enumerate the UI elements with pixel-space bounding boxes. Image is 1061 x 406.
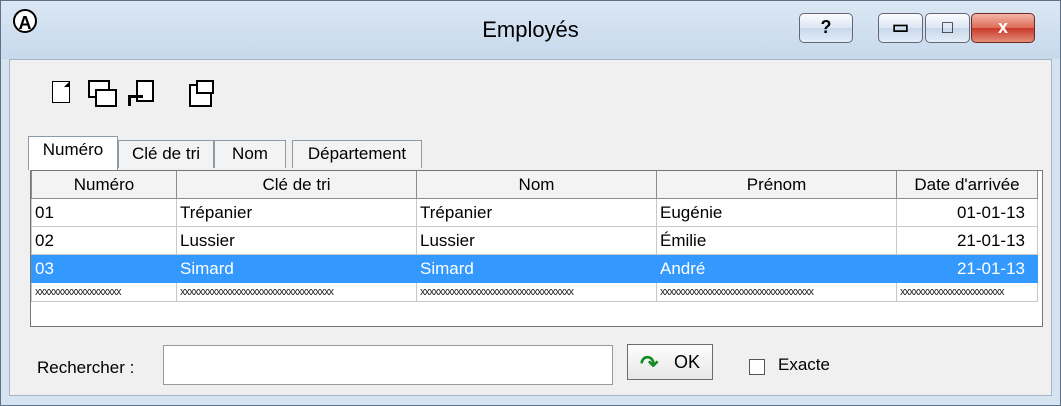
cell-numero: 03 — [31, 254, 177, 283]
minimize-button[interactable]: ▭ — [878, 13, 923, 43]
header-prenom[interactable]: Prénom — [656, 171, 897, 199]
help-icon: ? — [820, 17, 832, 37]
employees-grid: Numéro Clé de tri Nom Prénom Date d'arri… — [31, 171, 1038, 302]
cell-cle-de-tri: Simard — [176, 254, 417, 283]
new-document-icon[interactable] — [52, 81, 70, 103]
table-header: Numéro Clé de tri Nom Prénom Date d'arri… — [31, 171, 1038, 199]
arrow-icon: ↷ — [640, 351, 659, 376]
cell-prenom: André — [656, 254, 897, 283]
cell-nom: xxxxxxxxxxxxxxxxxxxxxxxxxxxxxxxxxx — [416, 282, 657, 302]
tab-cle-de-tri[interactable]: Clé de tri — [118, 140, 214, 168]
search-input[interactable] — [163, 345, 613, 385]
copy-icon[interactable] — [88, 80, 117, 107]
employees-window: A Employés ? ▭ □ x Numéro Clé de tri Nom… — [0, 0, 1061, 406]
search-label: Rechercher : — [37, 358, 135, 377]
employees-table[interactable]: Numéro Clé de tri Nom Prénom Date d'arri… — [30, 170, 1043, 327]
close-icon: x — [997, 17, 1008, 37]
tab-nom[interactable]: Nom — [214, 140, 286, 168]
table-row[interactable]: 01 Trépanier Trépanier Eugénie 01-01-13 — [31, 198, 1038, 227]
properties-icon[interactable] — [188, 80, 214, 107]
header-nom[interactable]: Nom — [416, 171, 657, 199]
header-cle-de-tri[interactable]: Clé de tri — [176, 171, 417, 199]
cell-nom: Lussier — [416, 226, 657, 255]
cell-date-arrivee: 01-01-13 — [896, 198, 1038, 227]
export-icon[interactable] — [128, 80, 154, 106]
cell-nom: Trépanier — [416, 198, 657, 227]
cell-numero: 01 — [31, 198, 177, 227]
header-date-arrivee[interactable]: Date d'arrivée — [896, 171, 1038, 199]
help-button[interactable]: ? — [799, 13, 853, 43]
title-bar[interactable]: A Employés ? ▭ □ x — [1, 1, 1060, 59]
minimize-icon: ▭ — [891, 17, 909, 37]
close-button[interactable]: x — [971, 13, 1035, 43]
cell-cle-de-tri: Lussier — [176, 226, 417, 255]
cell-prenom: xxxxxxxxxxxxxxxxxxxxxxxxxxxxxxxxxx — [656, 282, 897, 302]
tab-numero[interactable]: Numéro — [28, 136, 118, 170]
header-numero[interactable]: Numéro — [31, 171, 177, 199]
ok-button[interactable]: ↷ OK — [627, 344, 713, 380]
table-row-selected[interactable]: 03 Simard Simard André 21-01-13 — [31, 254, 1038, 283]
cell-nom: Simard — [416, 254, 657, 283]
exact-checkbox[interactable] — [749, 359, 765, 375]
exact-label: Exacte — [778, 355, 830, 374]
cell-prenom: Eugénie — [656, 198, 897, 227]
cell-numero: xxxxxxxxxxxxxxxxxxx — [31, 282, 177, 302]
cell-date-arrivee: 21-01-13 — [896, 226, 1038, 255]
table-row[interactable]: 02 Lussier Lussier Émilie 21-01-13 — [31, 226, 1038, 255]
cell-cle-de-tri: xxxxxxxxxxxxxxxxxxxxxxxxxxxxxxxxxx — [176, 282, 417, 302]
cell-numero: 02 — [31, 226, 177, 255]
cell-date-arrivee: xxxxxxxxxxxxxxxxxxxxxxx — [896, 282, 1038, 302]
cell-date-arrivee: 21-01-13 — [896, 254, 1038, 283]
tab-departement[interactable]: Département — [292, 140, 422, 168]
cell-cle-de-tri: Trépanier — [176, 198, 417, 227]
table-row-placeholder[interactable]: xxxxxxxxxxxxxxxxxxx xxxxxxxxxxxxxxxxxxxx… — [31, 282, 1038, 302]
ok-label: OK — [674, 352, 701, 372]
cell-prenom: Émilie — [656, 226, 897, 255]
maximize-icon: □ — [942, 17, 953, 37]
maximize-button[interactable]: □ — [925, 13, 970, 43]
